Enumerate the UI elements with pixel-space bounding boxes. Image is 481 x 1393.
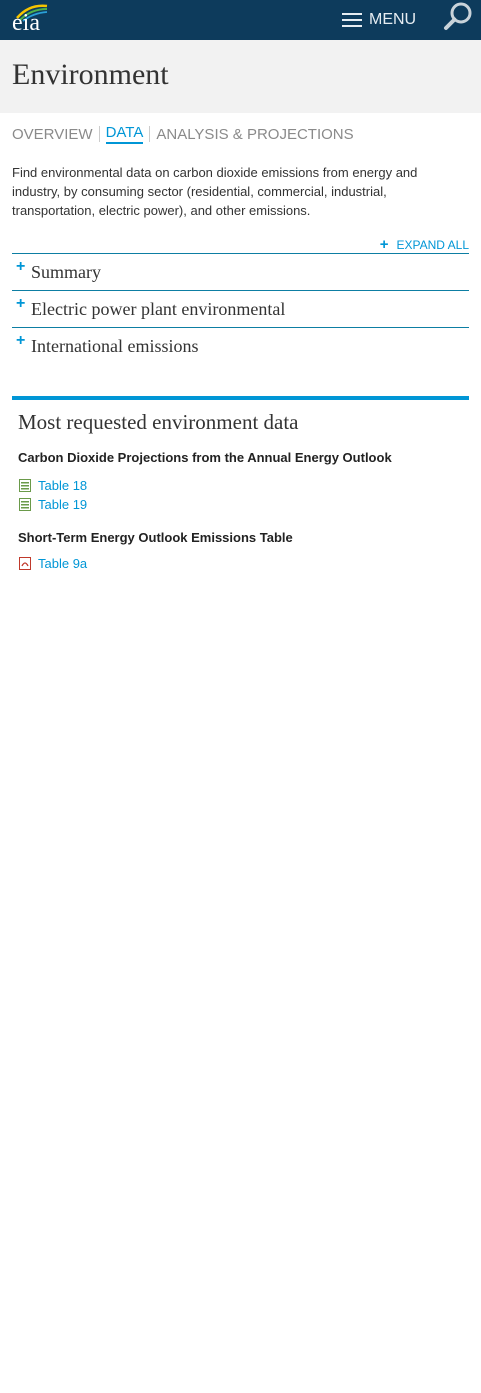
expand-all-label: EXPAND ALL xyxy=(396,237,469,252)
excel-file-icon xyxy=(19,478,31,492)
most-requested-title: Most requested environment data xyxy=(18,410,299,434)
section-tabs: OVERVIEW DATA ANALYSIS & PROJECTIONS xyxy=(12,124,354,144)
link-table-19[interactable]: Table 19 xyxy=(19,496,87,512)
excel-file-icon xyxy=(19,497,31,511)
accordion-label: Electric power plant environmental xyxy=(31,299,286,319)
logo-text: eia xyxy=(12,10,40,36)
group-title: Carbon Dioxide Projections from the Annu… xyxy=(18,450,392,465)
eia-logo[interactable]: eia xyxy=(11,2,51,36)
link-table-9a[interactable]: Table 9a xyxy=(19,555,87,571)
link-label: Table 18 xyxy=(38,477,88,493)
link-label: Table 19 xyxy=(38,496,88,512)
accordion-item-electric-power-plant[interactable]: + Electric power plant environmental xyxy=(12,290,469,327)
expand-all-button[interactable]: + EXPAND ALL xyxy=(380,236,469,253)
page-title: Environment xyxy=(12,58,169,91)
accordion-label: Summary xyxy=(31,262,101,282)
plus-icon: + xyxy=(379,236,389,253)
tab-divider xyxy=(98,126,100,142)
most-requested-panel: Most requested environment data Carbon D… xyxy=(12,396,469,571)
page-title-band: Environment xyxy=(0,40,481,113)
search-icon[interactable] xyxy=(441,0,475,34)
accordion-item-summary[interactable]: + Summary xyxy=(12,253,469,290)
link-label: Table 9a xyxy=(38,555,88,571)
menu-button[interactable]: MENU xyxy=(342,0,416,40)
group-title: Short-Term Energy Outlook Emissions Tabl… xyxy=(18,530,293,545)
data-accordion: + Summary + Electric power plant environ… xyxy=(12,253,469,364)
plus-icon: + xyxy=(16,258,26,275)
tab-data[interactable]: DATA xyxy=(105,124,144,144)
accordion-label: International emissions xyxy=(31,336,199,356)
plus-icon: + xyxy=(16,295,26,312)
tab-overview[interactable]: OVERVIEW xyxy=(12,126,93,143)
accordion-item-international-emissions[interactable]: + International emissions xyxy=(12,327,469,364)
link-table-18[interactable]: Table 18 xyxy=(19,477,87,493)
tab-divider xyxy=(149,126,151,142)
hamburger-icon xyxy=(342,13,362,27)
menu-label: MENU xyxy=(369,11,417,28)
top-bar: eia MENU xyxy=(0,0,481,40)
pdf-file-icon xyxy=(19,556,31,570)
plus-icon: + xyxy=(16,332,26,349)
tab-analysis-projections[interactable]: ANALYSIS & PROJECTIONS xyxy=(156,126,353,143)
intro-text: Find environmental data on carbon dioxid… xyxy=(12,165,418,218)
